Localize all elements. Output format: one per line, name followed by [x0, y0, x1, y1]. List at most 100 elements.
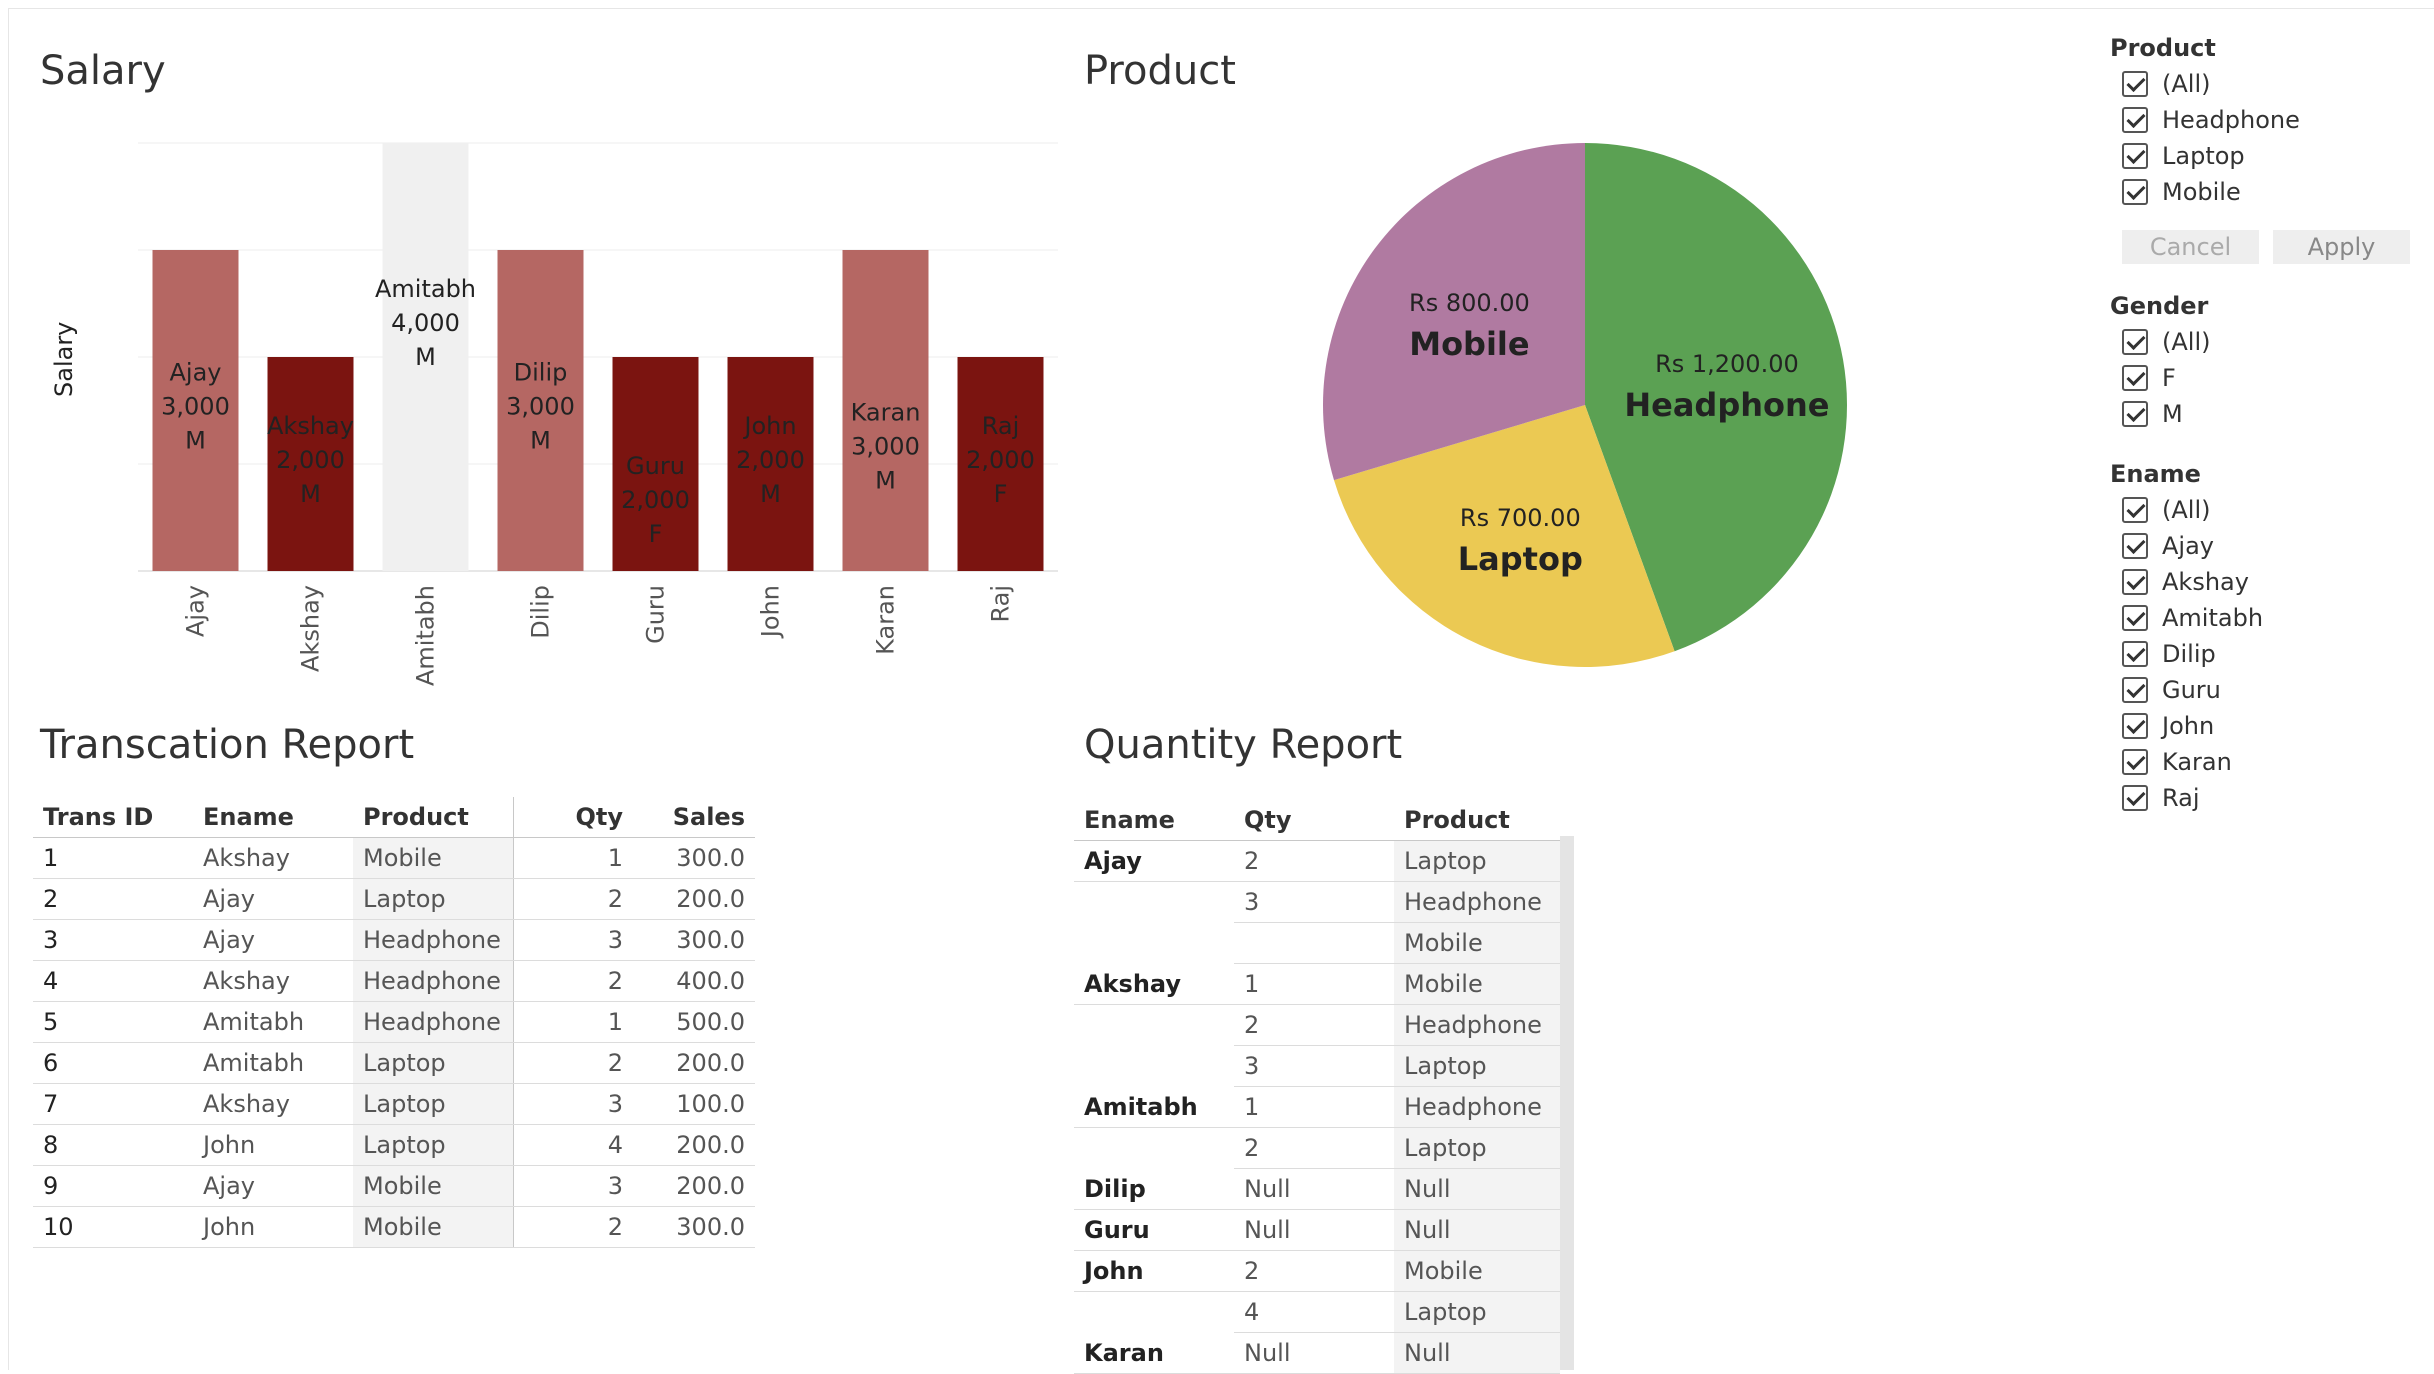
checkbox-checked-icon[interactable]: [2122, 143, 2148, 169]
table-row[interactable]: 8 John Laptop 4 200.0: [33, 1124, 755, 1166]
table-row[interactable]: Amitabh 1 Headphone: [1074, 1086, 1560, 1128]
ename-filter-item-guru[interactable]: Guru: [2110, 672, 2410, 708]
product-cell: Laptop: [353, 1042, 514, 1084]
ename-filter-item-raj[interactable]: Raj: [2110, 780, 2410, 816]
apply-button[interactable]: Apply: [2273, 230, 2410, 264]
transaction-report-title: Transcation Report: [40, 722, 415, 768]
col-ename[interactable]: Ename: [193, 797, 353, 838]
product-filter-item-mobile[interactable]: Mobile: [2110, 174, 2410, 210]
table-row[interactable]: 7 Akshay Laptop 3 100.0: [33, 1083, 755, 1125]
ename-filter-item-john[interactable]: John: [2110, 708, 2410, 744]
checkbox-checked-icon[interactable]: [2122, 533, 2148, 559]
table-row[interactable]: 3 Laptop: [1074, 1045, 1560, 1087]
filter-item-label: Dilip: [2162, 640, 2216, 668]
table-row[interactable]: 3 Headphone: [1074, 881, 1560, 923]
checkbox-checked-icon[interactable]: [2122, 365, 2148, 391]
bar-label-ajay: Ajay: [170, 359, 222, 387]
ename-filter-item-akshay[interactable]: Akshay: [2110, 564, 2410, 600]
ename-filter-item-dilip[interactable]: Dilip: [2110, 636, 2410, 672]
table-row[interactable]: 5 Amitabh Headphone 1 500.0: [33, 1001, 755, 1043]
bar-label-raj: F: [994, 480, 1008, 508]
checkbox-checked-icon[interactable]: [2122, 605, 2148, 631]
table-row[interactable]: 3 Ajay Headphone 3 300.0: [33, 919, 755, 961]
qty-cell: Null: [1234, 1168, 1394, 1210]
table-row[interactable]: 2 Headphone: [1074, 1004, 1560, 1046]
checkbox-checked-icon[interactable]: [2122, 749, 2148, 775]
table-row[interactable]: 10 John Mobile 2 300.0: [33, 1206, 755, 1248]
qty-cell: 4: [1234, 1291, 1394, 1333]
checkbox-checked-icon[interactable]: [2122, 179, 2148, 205]
checkbox-checked-icon[interactable]: [2122, 785, 2148, 811]
trans-id-cell: 10: [33, 1206, 193, 1248]
qty-cell: 1: [1234, 963, 1394, 1005]
qty-cell: 1: [513, 1001, 633, 1043]
product-cell: Headphone: [353, 919, 514, 961]
checkbox-checked-icon[interactable]: [2122, 713, 2148, 739]
gender-filter-item-f[interactable]: F: [2110, 360, 2410, 396]
table-row[interactable]: John 2 Mobile: [1074, 1250, 1560, 1292]
checkbox-checked-icon[interactable]: [2122, 677, 2148, 703]
x-tick-raj: Raj: [987, 585, 1015, 623]
col-ename[interactable]: Ename: [1074, 800, 1234, 841]
table-row[interactable]: Karan Null Null: [1074, 1332, 1560, 1374]
gender-filter-item-m[interactable]: M: [2110, 396, 2410, 432]
filter-item-label: Amitabh: [2162, 604, 2264, 632]
product-filter-item-all[interactable]: (All): [2110, 66, 2410, 102]
trans-id-cell: 8: [33, 1124, 193, 1166]
ename-cell: John: [1074, 1250, 1234, 1292]
checkbox-checked-icon[interactable]: [2122, 329, 2148, 355]
checkbox-checked-icon[interactable]: [2122, 569, 2148, 595]
ename-cell: Akshay: [193, 960, 353, 1002]
checkbox-checked-icon[interactable]: [2122, 641, 2148, 667]
bar-label-dilip: Dilip: [514, 359, 568, 387]
col-qty[interactable]: Qty: [1234, 800, 1394, 841]
qty-cell: 3: [513, 1083, 633, 1125]
quantity-table-scrollbar[interactable]: [1560, 836, 1574, 1370]
ename-cell: Akshay: [1074, 963, 1234, 1005]
checkbox-checked-icon[interactable]: [2122, 401, 2148, 427]
qty-cell: [1234, 922, 1394, 964]
gender-filter-item-all[interactable]: (All): [2110, 324, 2410, 360]
col-sales[interactable]: Sales: [633, 797, 755, 838]
checkbox-checked-icon[interactable]: [2122, 497, 2148, 523]
table-row[interactable]: 2 Ajay Laptop 2 200.0: [33, 878, 755, 920]
col-trans-id[interactable]: Trans ID: [33, 797, 193, 838]
ename-filter-item-ajay[interactable]: Ajay: [2110, 528, 2410, 564]
ename-filter-item-karan[interactable]: Karan: [2110, 744, 2410, 780]
table-row[interactable]: Ajay 2 Laptop: [1074, 840, 1560, 882]
product-cell: Headphone: [1394, 1004, 1560, 1046]
col-product[interactable]: Product: [353, 797, 514, 838]
checkbox-checked-icon[interactable]: [2122, 107, 2148, 133]
trans-id-cell: 5: [33, 1001, 193, 1043]
qty-cell: 3: [1234, 881, 1394, 923]
qty-cell: 2: [513, 960, 633, 1002]
col-qty[interactable]: Qty: [513, 797, 633, 838]
table-row[interactable]: 6 Amitabh Laptop 2 200.0: [33, 1042, 755, 1084]
table-row[interactable]: Mobile: [1074, 922, 1560, 964]
ename-filter-item-all[interactable]: (All): [2110, 492, 2410, 528]
bar-label-john: John: [742, 412, 796, 440]
table-row[interactable]: Guru Null Null: [1074, 1209, 1560, 1251]
col-product[interactable]: Product: [1394, 800, 1560, 841]
trans-id-cell: 9: [33, 1165, 193, 1207]
qty-cell: 2: [1234, 1250, 1394, 1292]
ename-filter-item-amitabh[interactable]: Amitabh: [2110, 600, 2410, 636]
cancel-button[interactable]: Cancel: [2122, 230, 2259, 264]
table-row[interactable]: 9 Ajay Mobile 3 200.0: [33, 1165, 755, 1207]
table-row[interactable]: 4 Akshay Headphone 2 400.0: [33, 960, 755, 1002]
table-row[interactable]: 4 Laptop: [1074, 1291, 1560, 1333]
product-cell: Mobile: [1394, 922, 1560, 964]
product-filter-item-laptop[interactable]: Laptop: [2110, 138, 2410, 174]
x-tick-dilip: Dilip: [527, 585, 555, 639]
table-row[interactable]: Dilip Null Null: [1074, 1168, 1560, 1210]
table-row[interactable]: 2 Laptop: [1074, 1127, 1560, 1169]
quantity-report-title: Quantity Report: [1084, 722, 1403, 768]
product-cell: Null: [1394, 1332, 1560, 1374]
filter-item-label: M: [2162, 400, 2183, 428]
filters-panel: Product (All) Headphone Laptop Mobile Cance…: [2110, 30, 2410, 816]
table-row[interactable]: 1 Akshay Mobile 1 300.0: [33, 837, 755, 879]
product-filter-item-headphone[interactable]: Headphone: [2110, 102, 2410, 138]
checkbox-checked-icon[interactable]: [2122, 71, 2148, 97]
product-cell: Headphone: [353, 1001, 514, 1043]
table-row[interactable]: Akshay 1 Mobile: [1074, 963, 1560, 1005]
